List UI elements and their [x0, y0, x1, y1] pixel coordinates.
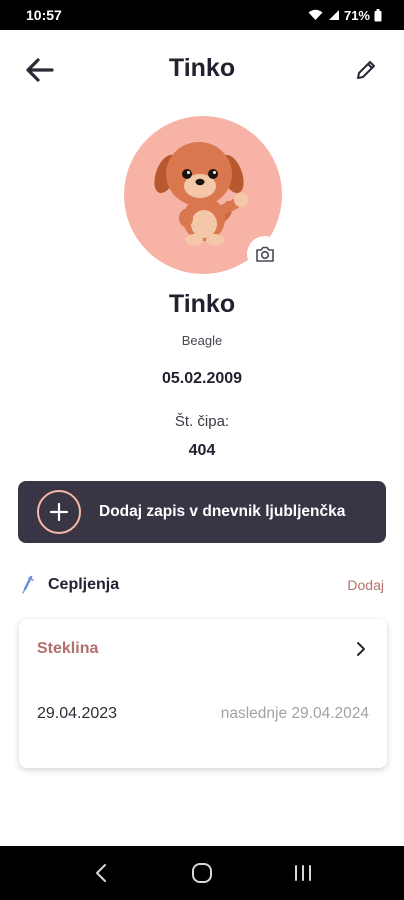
- status-icons: 71%: [308, 8, 382, 23]
- pet-birth-date: 05.02.2009: [161, 370, 243, 387]
- nav-back-button[interactable]: [77, 853, 125, 893]
- status-bar: 10:57 71%: [0, 0, 404, 30]
- vaccination-card[interactable]: Steklina 29.04.2023 naslednje 29.04.2024: [19, 619, 387, 768]
- wifi-icon: [308, 9, 323, 20]
- chip-number-value: 404: [188, 442, 216, 459]
- vaccinations-title: Cepljenja: [48, 576, 120, 593]
- battery-icon: [374, 8, 382, 21]
- change-photo-button[interactable]: [247, 236, 283, 272]
- add-vaccination-link[interactable]: Dodaj: [347, 577, 384, 593]
- pet-name: Tinko: [168, 290, 236, 318]
- edit-button[interactable]: [348, 52, 384, 88]
- header: Tinko: [0, 48, 404, 92]
- vaccination-name: Steklina: [37, 640, 99, 657]
- vaccination-next-date: naslednje 29.04.2024: [220, 705, 369, 722]
- signal-icon: [328, 10, 339, 20]
- add-diary-entry-label: Dodaj zapis v dnevnik ljubljenčka: [99, 503, 346, 520]
- pet-breed: Beagle: [181, 333, 223, 348]
- plus-icon: [37, 490, 81, 534]
- pencil-icon: [357, 61, 375, 79]
- syringe-icon: [22, 575, 34, 594]
- nav-home-icon: [191, 863, 212, 883]
- status-time: 10:57: [26, 7, 62, 23]
- nav-home-button[interactable]: [178, 853, 226, 893]
- page-title: Tinko: [168, 54, 236, 82]
- battery-percent: 71%: [343, 7, 370, 23]
- camera-icon: [256, 246, 274, 262]
- pet-avatar-wrapper: [124, 116, 283, 274]
- vaccinations-section-header: Cepljenja Dodaj: [20, 572, 384, 598]
- chip-number-label: Št. čipa:: [174, 413, 230, 430]
- chevron-right-icon: [349, 637, 373, 661]
- system-nav-bar: [0, 846, 404, 900]
- add-diary-entry-button[interactable]: Dodaj zapis v dnevnik ljubljenčka: [18, 481, 386, 543]
- nav-back-icon: [95, 864, 106, 882]
- nav-recents-button[interactable]: [279, 853, 327, 893]
- vaccination-date: 29.04.2023: [37, 705, 118, 722]
- nav-recents-icon: [295, 865, 312, 881]
